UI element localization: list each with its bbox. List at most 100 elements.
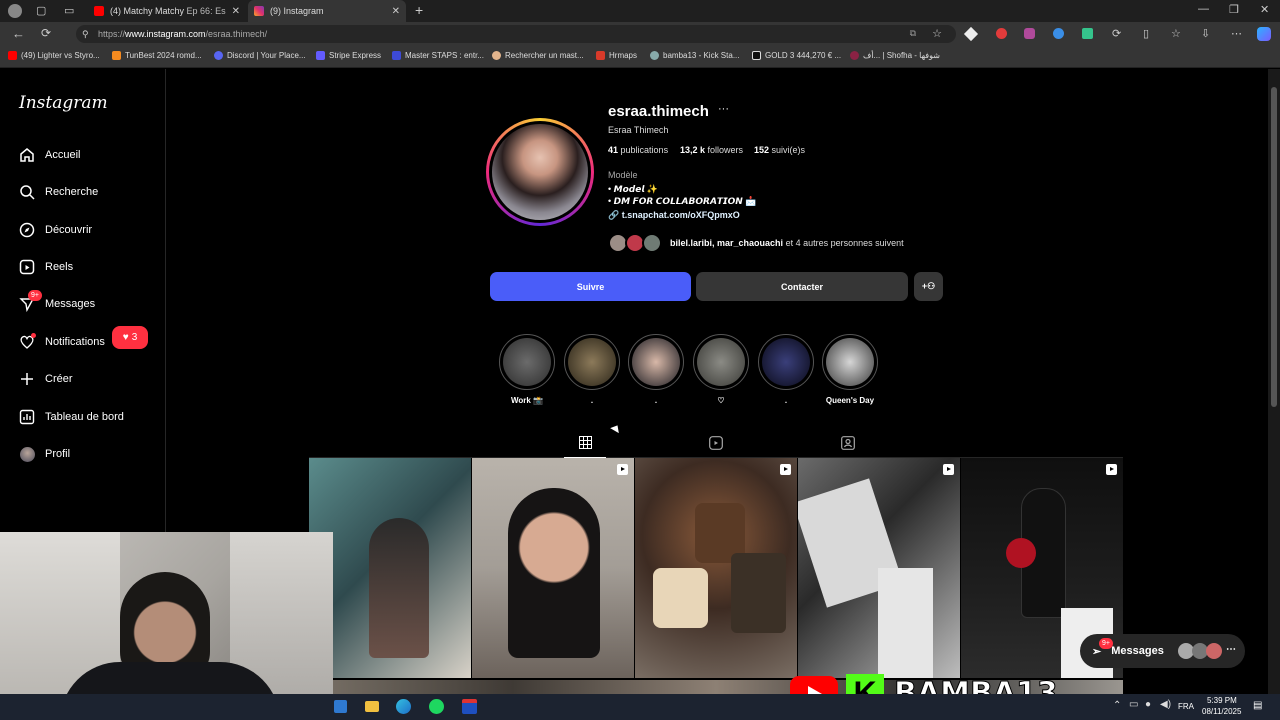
new-tab-icon[interactable]: + xyxy=(415,2,423,18)
followers-count: 13,2 k xyxy=(680,145,706,155)
sidebar-item-notifications[interactable]: Notifications xyxy=(19,332,105,352)
bookmark-item[interactable]: Rechercher un mast... xyxy=(492,51,584,60)
contact-button[interactable]: Contacter xyxy=(696,272,908,301)
bookmark-item[interactable]: (49) Lighter vs Styro... xyxy=(8,51,100,60)
extension-icon[interactable] xyxy=(963,26,979,42)
sidebar-item-home[interactable]: Accueil xyxy=(19,145,80,165)
bookmark-label: TunBest 2024 romd... xyxy=(125,51,202,60)
bookmark-item[interactable]: Master STAPS : entr... xyxy=(392,51,484,60)
instagram-logo[interactable]: Instagram xyxy=(19,93,108,113)
post-thumbnail[interactable] xyxy=(309,458,471,678)
reload-icon[interactable]: ⟳ xyxy=(41,26,51,40)
volume-icon[interactable]: ◀) xyxy=(1160,699,1171,710)
bookmark-favicon-icon xyxy=(650,51,659,60)
extension-icon[interactable] xyxy=(1053,28,1064,39)
tab-tagged[interactable] xyxy=(841,436,855,455)
close-tab-icon[interactable]: ✕ xyxy=(392,6,400,17)
sidebar-item-dashboard[interactable]: Tableau de bord xyxy=(19,407,124,427)
scrollbar-thumb[interactable] xyxy=(1271,87,1277,407)
mail-icon[interactable] xyxy=(334,700,347,713)
copilot-icon[interactable] xyxy=(1257,27,1271,41)
network-icon[interactable]: ▭ xyxy=(1129,699,1138,710)
sidebar-item-messages[interactable]: 9+ Messages xyxy=(19,290,95,314)
url-field[interactable]: ⚲ https://www.instagram.com/esraa.thimec… xyxy=(76,25,956,43)
post-thumbnail[interactable] xyxy=(635,458,797,678)
maximize-icon[interactable]: ❐ xyxy=(1229,3,1239,16)
heart-icon: ♥ xyxy=(122,332,129,343)
stat-followers[interactable]: 13,2 k followers xyxy=(680,145,743,155)
download-icon[interactable]: ⇩ xyxy=(1201,27,1210,40)
edge-icon[interactable] xyxy=(396,699,411,714)
stat-following[interactable]: 152 suivi(e)s xyxy=(754,145,805,155)
messages-pill[interactable]: ➢ 9+ Messages ⋯ xyxy=(1080,634,1245,668)
bio-link[interactable]: 🔗 t.snapchat.com/oXFQpmxO xyxy=(608,210,740,221)
story-highlight[interactable] xyxy=(499,334,555,390)
sidebar-item-explore[interactable]: Découvrir xyxy=(19,220,92,240)
post-thumbnail[interactable] xyxy=(798,458,960,678)
bookmark-item[interactable]: Stripe Express xyxy=(316,51,381,60)
close-tab-icon[interactable]: ✕ xyxy=(232,6,240,17)
app-icon[interactable] xyxy=(462,699,477,714)
bookmark-item[interactable]: bamba13 - Kick Sta... xyxy=(650,51,739,60)
bookmark-item[interactable]: أف... | Shofha - شوفها xyxy=(850,51,940,60)
close-window-icon[interactable]: ✕ xyxy=(1260,3,1269,16)
extension-icon[interactable] xyxy=(996,28,1007,39)
profile-avatar[interactable] xyxy=(486,118,594,226)
story-highlight[interactable] xyxy=(628,334,684,390)
mic-icon[interactable]: ● xyxy=(1145,699,1151,710)
split-screen-icon[interactable]: ▯ xyxy=(1143,27,1149,40)
back-icon[interactable]: ← xyxy=(12,26,25,41)
bookmark-item[interactable]: TunBest 2024 romd... xyxy=(112,51,202,60)
language-indicator[interactable]: FRA xyxy=(1178,702,1194,711)
notification-count-bubble: ♥ 3 xyxy=(112,326,148,349)
followed-by-text[interactable]: bilel.laribi, mar_chaouachi et 4 autres … xyxy=(670,238,904,248)
bookmark-item[interactable]: Discord | Your Place... xyxy=(214,51,306,60)
bookmark-favicon-icon xyxy=(596,51,605,60)
plus-icon xyxy=(19,371,35,387)
bookmark-item[interactable]: Hrmaps xyxy=(596,51,637,60)
follow-button[interactable]: Suivre xyxy=(490,272,691,301)
spotify-icon[interactable] xyxy=(429,699,444,714)
story-highlight[interactable] xyxy=(758,334,814,390)
profile-avatar-icon[interactable] xyxy=(8,4,22,18)
story-highlight[interactable] xyxy=(564,334,620,390)
more-options-icon[interactable]: ··· xyxy=(718,103,729,115)
sidebar-item-create[interactable]: Créer xyxy=(19,369,73,389)
highlight-label: Queen's Day xyxy=(825,396,875,405)
tab-reels[interactable] xyxy=(709,436,723,455)
tab-instagram[interactable]: (9) Instagram ✕ xyxy=(248,0,406,22)
bookmark-label: bamba13 - Kick Sta... xyxy=(663,51,740,60)
taskbar-date[interactable]: 08/11/2025 xyxy=(1202,707,1241,716)
sidebar-item-search[interactable]: Recherche xyxy=(19,182,98,202)
extension-icon[interactable] xyxy=(1024,28,1035,39)
story-highlight[interactable] xyxy=(822,334,878,390)
tab-posts[interactable] xyxy=(564,433,606,458)
favorites-icon[interactable]: ☆ xyxy=(1171,27,1181,40)
tab-title-extra: Ep 66: Es xyxy=(186,6,226,16)
more-icon[interactable]: ⋯ xyxy=(1231,27,1242,40)
extension-icon[interactable] xyxy=(1082,28,1093,39)
bookmark-item[interactable]: GOLD 3 444,270 € ... xyxy=(752,51,841,60)
minimize-icon[interactable]: — xyxy=(1198,3,1209,15)
post-thumbnail[interactable] xyxy=(472,458,634,678)
notification-center-icon[interactable]: ▤ xyxy=(1253,700,1262,711)
star-icon[interactable]: ☆ xyxy=(932,27,942,40)
tab-actions-icon[interactable]: ▭ xyxy=(64,4,74,17)
install-app-icon[interactable]: ⧉ xyxy=(910,28,916,39)
reel-icon xyxy=(617,464,628,475)
add-user-button[interactable]: +⚇ xyxy=(914,272,943,301)
folder-icon[interactable] xyxy=(365,701,379,712)
site-info-icon[interactable]: ⚲ xyxy=(82,29,89,40)
collections-icon[interactable]: ▢ xyxy=(36,4,46,17)
sidebar-item-profile[interactable]: Profil xyxy=(19,444,70,464)
story-highlight[interactable] xyxy=(693,334,749,390)
taskbar-time[interactable]: 5:39 PM xyxy=(1207,696,1237,705)
followed-by-avatars[interactable] xyxy=(608,232,666,254)
show-hidden-icons[interactable]: ⌃ xyxy=(1113,700,1121,711)
sidebar-item-reels[interactable]: Reels xyxy=(19,257,73,277)
page-scrollbar[interactable] xyxy=(1268,69,1280,720)
bookmark-favicon-icon xyxy=(752,51,761,60)
sidebar-item-label: Tableau de bord xyxy=(45,411,124,423)
tab-matchy[interactable]: (4) Matchy Matchy Ep 66: Es ✕ xyxy=(88,0,246,22)
refresh-extension-icon[interactable]: ⟳ xyxy=(1112,27,1121,40)
